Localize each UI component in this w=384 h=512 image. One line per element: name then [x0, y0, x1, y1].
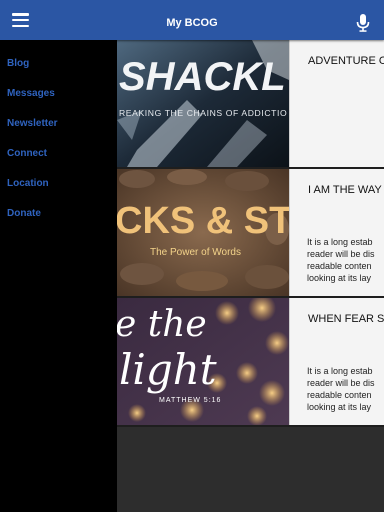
page-title: My BCOG	[166, 17, 218, 29]
sidebar-item-donate[interactable]: Donate	[7, 208, 41, 219]
post-thumbnail: SHACKL REAKING THE CHAINS OF ADDICTIO	[117, 40, 289, 167]
post-thumbnail: e the light MATTHEW 5:16	[117, 298, 289, 425]
thumbnail-tagline: MATTHEW 5:16	[159, 397, 221, 404]
thumbnail-headline: e the	[117, 304, 207, 345]
thumbnail-tagline: The Power of Words	[150, 247, 241, 258]
sidebar-nav: Blog Messages Newsletter Connect Locatio…	[0, 40, 117, 512]
post-thumbnail: CKS & STO The Power of Words	[117, 169, 289, 296]
app-header: My BCOG	[0, 0, 384, 40]
sidebar-item-location[interactable]: Location	[7, 178, 49, 189]
post-title[interactable]: ADVENTURE O	[308, 55, 384, 67]
sidebar-item-messages[interactable]: Messages	[7, 88, 55, 99]
thumbnail-headline: light	[119, 345, 217, 394]
sidebar-item-newsletter[interactable]: Newsletter	[7, 118, 58, 129]
sidebar-item-connect[interactable]: Connect	[7, 148, 47, 159]
thumbnail-headline: CKS & STO	[117, 200, 289, 242]
post-card[interactable]: e the light MATTHEW 5:16 WHEN FEAR S It …	[117, 298, 384, 427]
post-text: ADVENTURE O	[289, 40, 384, 167]
post-excerpt: It is a long estab reader will be dis re…	[307, 366, 375, 412]
post-text: I AM THE WAY It is a long estab reader w…	[289, 169, 384, 296]
post-text: WHEN FEAR S It is a long estab reader wi…	[289, 298, 384, 425]
post-list: SHACKL REAKING THE CHAINS OF ADDICTIO AD…	[117, 40, 384, 512]
microphone-icon[interactable]	[355, 14, 371, 32]
thumbnail-tagline: REAKING THE CHAINS OF ADDICTIO	[119, 108, 287, 118]
post-card[interactable]: SHACKL REAKING THE CHAINS OF ADDICTIO AD…	[117, 40, 384, 169]
post-excerpt: It is a long estab reader will be dis re…	[307, 237, 375, 283]
post-title[interactable]: I AM THE WAY	[308, 184, 382, 196]
sidebar-item-blog[interactable]: Blog	[7, 58, 29, 69]
post-title[interactable]: WHEN FEAR S	[308, 313, 384, 325]
thumbnail-headline: SHACKL	[119, 55, 286, 99]
post-card[interactable]: CKS & STO The Power of Words I AM THE WA…	[117, 169, 384, 298]
